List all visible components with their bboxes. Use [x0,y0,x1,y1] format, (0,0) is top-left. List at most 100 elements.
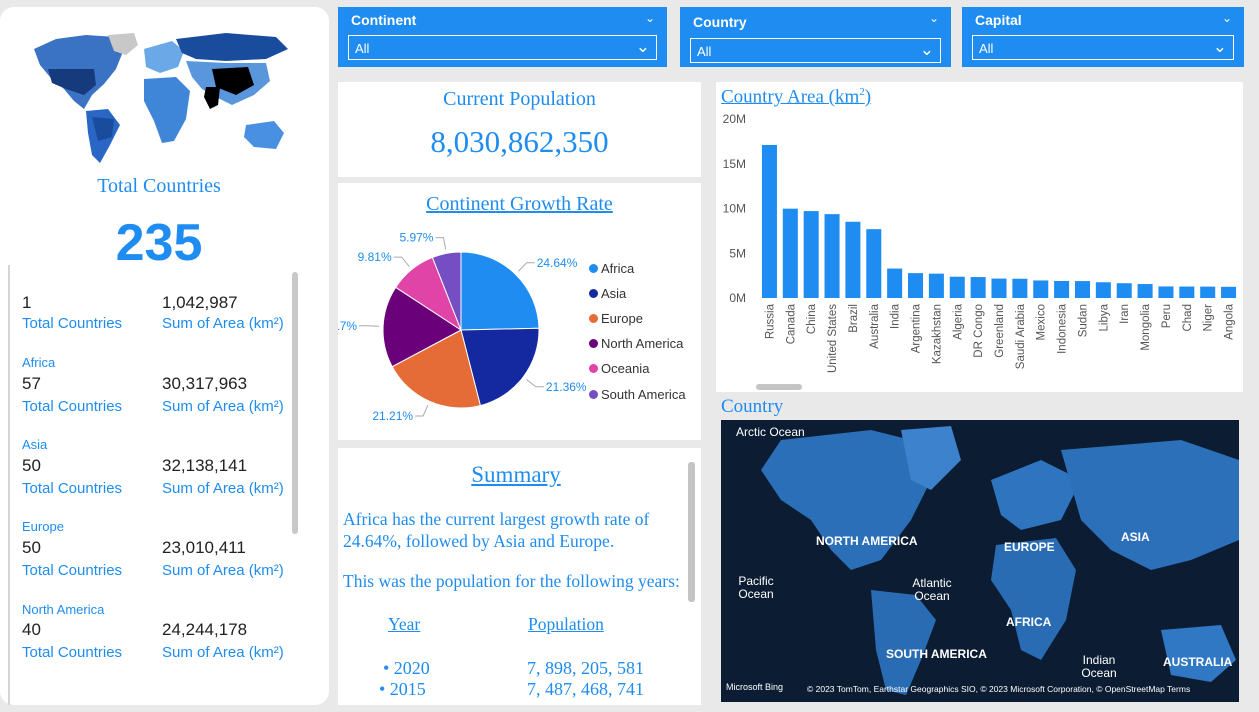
bar-niger[interactable] [1200,286,1216,298]
population-value: 8,030,862,350 [430,124,609,159]
population-column-header: Population [528,614,604,634]
bar-china[interactable] [803,211,819,298]
bar-united-states[interactable] [824,214,840,298]
x-tick-label: Chad [1182,304,1194,332]
bar-peru[interactable] [1158,286,1174,298]
legend-item-europe[interactable]: Europe [589,311,643,326]
continent-slicer[interactable]: Continent ⌄ All ⌄ [338,7,667,67]
y-tick-label: 0M [729,291,746,305]
continent-name: Asia [22,437,48,452]
dropdown-value: All [355,41,370,56]
continent-name: Europe [22,519,64,534]
vertical-scrollbar[interactable] [688,462,695,602]
bar-indonesia[interactable] [1054,280,1070,298]
x-tick-label: Iran [1119,304,1131,324]
pie-leader-line [435,237,447,250]
map-attribution[interactable]: © 2023 TomTom, Earthstar Geographics SIO… [807,684,1190,694]
legend-item-oceania[interactable]: Oceania [589,361,649,376]
legend-dot-icon [589,289,598,298]
bar-algeria[interactable] [949,276,965,298]
x-tick-label: Sudan [1077,304,1089,337]
list-item: 1 1,042,987 Total Countries Sum of Area … [10,265,294,347]
map-label-atlantic: Atlantic Ocean [912,576,952,603]
count-label: Total Countries [22,315,123,332]
bar-kazakhstan[interactable] [928,273,944,298]
continent-summary-list[interactable]: 1 1,042,987 Total Countries Sum of Area … [8,265,294,705]
continent-dropdown[interactable]: All ⌄ [348,35,657,60]
map-label-arctic: Arctic Ocean [736,425,805,439]
chevron-down-icon: ⌄ [1212,37,1227,56]
growth-pie-chart[interactable]: 24.64% 21.36% 21.21% 17% 9.81% 5.97% [338,223,588,440]
europe-shape [144,41,184,73]
bar-canada[interactable] [782,208,798,298]
country-slicer[interactable]: Country ⌄ All ⌄ [680,7,951,67]
country-area-bar-chart[interactable]: 0M 5M 10M 15M 20M Russia Canada China United Sta… [716,82,1243,387]
bar-libya[interactable] [1095,282,1111,298]
bar-mongolia[interactable] [1137,284,1153,298]
country-count: 57 [22,374,41,393]
bar-saudi-arabia[interactable] [1012,278,1028,298]
pie-data-label: 24.64% [537,256,578,270]
list-item: Africa 57 30,317,963 Total Countries Sum… [10,347,294,429]
australia-shape [244,121,284,149]
chevron-down-icon[interactable]: ⌄ [645,11,655,25]
legend-item-south-america[interactable]: South America [589,387,686,402]
legend-label: Oceania [601,361,650,376]
growth-rate-card: Continent Growth Rate 24.64% 21.36% 21.21%… [338,183,701,440]
year-cell: • 2015 [379,679,426,699]
bar-mexico[interactable] [1033,280,1049,298]
horizontal-scrollbar[interactable] [756,384,802,390]
map-label-pacific: Pacific Ocean [738,574,774,601]
bar-iran[interactable] [1116,283,1132,298]
bar-india[interactable] [887,268,903,298]
world-choropleth-map[interactable] [26,29,294,169]
pie-data-label: 9.81% [358,250,392,264]
chevron-down-icon: ⌄ [919,40,934,59]
bar-russia[interactable] [761,144,777,298]
legend-label: Asia [601,286,627,301]
x-tick-label: DR Congo [973,304,985,358]
chevron-down-icon[interactable]: ⌄ [929,11,939,25]
x-tick-label: Mexico [1036,304,1048,340]
year-column-header: Year [388,614,421,634]
country-count: 40 [22,620,41,639]
summary-paragraph: Africa has the current largest growth ra… [343,509,650,551]
list-item: Europe 50 23,010,411 Total Countries Sum… [10,511,294,593]
country-bubble-map[interactable]: Arctic Ocean NORTH AMERICA EUROPE ASIA P… [721,420,1239,702]
x-tick-label: Algeria [952,303,964,339]
legend-item-asia[interactable]: Asia [589,286,626,301]
bar-greenland[interactable] [991,278,1007,298]
bar-brazil[interactable] [845,221,861,298]
bar-argentina[interactable] [908,273,924,298]
map-label-australia: AUSTRALIA [1163,655,1233,669]
chart-title-close: ) [864,86,872,108]
total-countries-title: Total Countries [97,175,221,197]
chart-title-text: Country Area (km [721,86,860,108]
count-label: Total Countries [22,480,123,497]
pie-slice-africa[interactable] [460,251,540,331]
bar-chad[interactable] [1179,286,1195,298]
chart-title: Continent Growth Rate [426,193,613,215]
area-label: Sum of Area (km²) [162,398,284,415]
country-dropdown[interactable]: All ⌄ [690,38,941,63]
count-label: Total Countries [22,398,123,415]
bar-dr-congo[interactable] [970,277,986,298]
count-label: Total Countries [22,562,123,579]
capital-slicer[interactable]: Capital ⌄ All ⌄ [962,7,1244,67]
area-label: Sum of Area (km²) [162,315,284,332]
bar-australia[interactable] [866,229,882,298]
bar-angola[interactable] [1221,286,1237,298]
bar-sudan[interactable] [1074,281,1090,298]
legend-item-africa[interactable]: Africa [589,261,634,276]
area-label: Sum of Area (km²) [162,480,284,497]
area-label: Sum of Area (km²) [162,644,284,661]
area-sum: 24,244,178 [162,620,248,639]
chevron-down-icon[interactable]: ⌄ [1222,11,1232,25]
map-label-europe: EUROPE [1004,540,1055,554]
vertical-scrollbar[interactable] [292,272,298,534]
capital-dropdown[interactable]: All ⌄ [972,35,1234,60]
area-label: Sum of Area (km²) [162,562,284,579]
list-item: Asia 50 32,138,141 Total Countries Sum o… [10,429,294,511]
bing-logo: Microsoft Bing [726,682,784,692]
legend-item-north-america[interactable]: North America [589,336,683,351]
